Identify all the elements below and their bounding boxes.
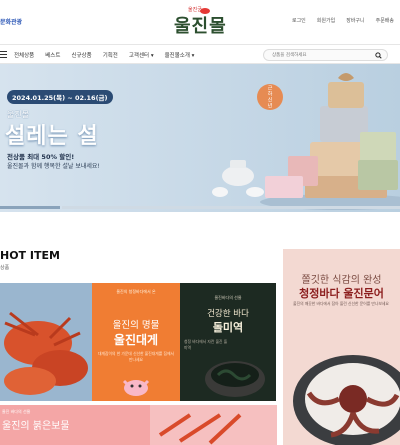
hero-discount-text: 전상품 최대 50% 할인! xyxy=(7,153,75,161)
red-crab-photo xyxy=(150,405,277,445)
top-bar: 문화관광 울진군 울진몰 로그인 회원가입 장바구니 주문배송 xyxy=(0,0,400,44)
seaweed-card-label: 울진바다의 선물 xyxy=(214,295,242,300)
nav-items: 전체상품 베스트 신규상품 기획전 고객센터 ▾ 울진몰소개 ▾ xyxy=(14,51,194,59)
search-icon[interactable] xyxy=(375,52,382,59)
site-logo[interactable]: 울진군 울진몰 xyxy=(170,6,230,38)
crab-card-title-b: 울진대게 xyxy=(113,333,159,347)
hero-message: 울진몰과 함께 행복한 설날 보내세요! xyxy=(7,163,100,170)
crab-photo xyxy=(0,283,92,401)
seaweed-bowl-photo xyxy=(205,361,265,397)
search-box xyxy=(263,49,388,61)
product-card-crab[interactable]: 울진의 청정바다에서 온 울진의 명물 울진대게 대게잡이의 한 가운데 신선한… xyxy=(0,283,180,401)
top-right-links: 로그인 회원가입 장바구니 주문배송 xyxy=(292,17,394,24)
seaweed-card-title-a: 건강한 바다 xyxy=(207,309,249,319)
red-treasure-label: 울진 바다의 선물 xyxy=(2,409,31,414)
crab-card-desc: 대게잡이의 한 가운데 신선한 울진대게를 집에서 만나세요 xyxy=(98,351,174,362)
login-link[interactable]: 로그인 xyxy=(292,17,306,24)
crab-card-title-a: 울진의 명물 xyxy=(112,320,160,331)
product-card-octopus[interactable]: 쫄깃한 식감의 완성 청정바다 울진문어 울진의 깨끗한 바다에서 잡아 올린 … xyxy=(283,249,400,445)
red-treasure-title: 울진의 붉은보물 xyxy=(2,421,70,432)
nav-item-about[interactable]: 울진몰소개 ▾ xyxy=(165,51,195,59)
main-nav: 전체상품 베스트 신규상품 기획전 고객센터 ▾ 울진몰소개 ▾ xyxy=(0,44,400,64)
product-card-seaweed[interactable]: 울진바다의 선물 건강한 바다 돌미역 청정 바다에서 자란 울진 돌미역 xyxy=(180,283,276,401)
crab-card-label: 울진의 청정바다에서 온 xyxy=(116,289,156,294)
search-input[interactable] xyxy=(272,51,372,60)
hero-banner[interactable]: 근하신년 2024.01.25(목) ~ 02.16(금) 울진몰 설레는 설 … xyxy=(0,64,400,212)
logo-text: 울진몰 xyxy=(174,16,227,37)
crab-card-info: 울진의 청정바다에서 온 울진의 명물 울진대게 대게잡이의 한 가운데 신선한… xyxy=(92,283,180,401)
promo-date-range: 2024.01.25(목) ~ 02.16(금) xyxy=(7,90,113,104)
nav-item-special[interactable]: 기획전 xyxy=(103,51,118,59)
order-link[interactable]: 주문배송 xyxy=(376,17,394,24)
crab-mascot-icon xyxy=(122,379,150,396)
nav-item-new-products[interactable]: 신규상품 xyxy=(71,51,91,59)
seaweed-card-title-b: 돌미역 xyxy=(212,321,244,334)
page: 문화관광 울진군 울진몰 로그인 회원가입 장바구니 주문배송 전체상품 베스트… xyxy=(0,0,400,445)
signup-link[interactable]: 회원가입 xyxy=(317,17,335,24)
nav-item-best[interactable]: 베스트 xyxy=(45,51,60,59)
gift-boxes-illustration xyxy=(212,73,400,210)
hot-item-subtitle: 상품 xyxy=(0,265,10,271)
octopus-card-title-a: 쫄깃한 식감의 완성 xyxy=(301,275,382,286)
octopus-plate-photo xyxy=(293,355,400,445)
nav-item-all-products[interactable]: 전체상품 xyxy=(14,51,34,59)
hot-item-title: HOT ITEM xyxy=(0,249,60,262)
product-card-red-treasure[interactable]: 울진 바다의 선물 울진의 붉은보물 xyxy=(0,405,277,445)
octopus-card-title-b: 청정바다 울진문어 xyxy=(299,287,384,300)
carousel-indicator[interactable] xyxy=(0,206,400,209)
cart-link[interactable]: 장바구니 xyxy=(346,17,364,24)
menu-icon[interactable] xyxy=(0,51,7,58)
octopus-card-desc: 울진의 깨끗한 바다에서 잡아 올린 신선한 문어를 만나보세요 xyxy=(293,301,389,306)
hero-title: 설레는 설 xyxy=(5,123,99,149)
nav-item-customer-center[interactable]: 고객센터 ▾ xyxy=(129,51,154,59)
new-year-badge: 근하신년 xyxy=(257,84,283,110)
culture-tourism-link[interactable]: 문화관광 xyxy=(0,17,22,26)
